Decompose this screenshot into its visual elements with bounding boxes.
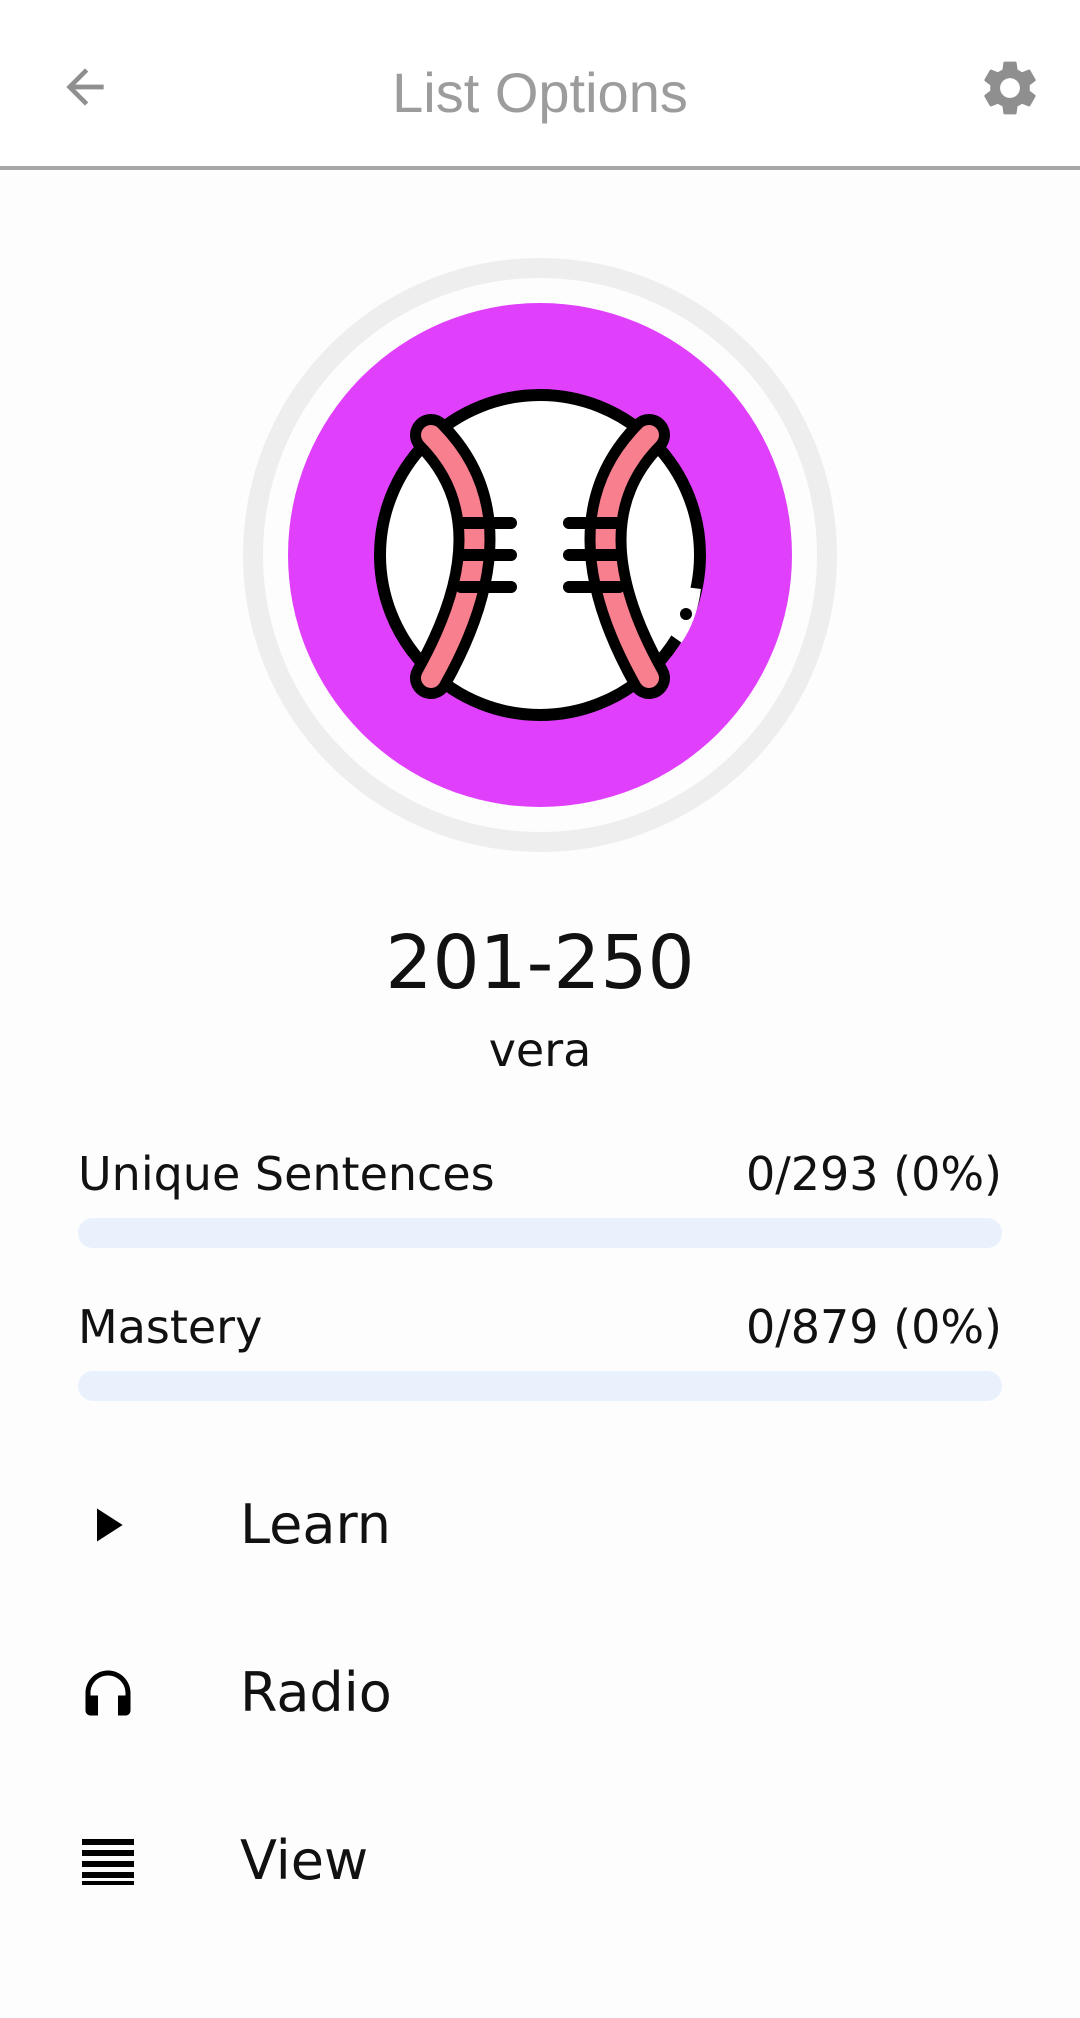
page-title: List Options — [392, 61, 688, 124]
unique-sentences-progress-bar — [78, 1218, 1002, 1248]
mastery-stat: Mastery 0/879 (0%) — [78, 1297, 1002, 1401]
radio-menu-item[interactable]: Radio — [0, 1618, 1080, 1768]
unique-sentences-value: 0/293 (0%) — [745, 1147, 1002, 1201]
mastery-label: Mastery — [78, 1300, 263, 1354]
baseball-icon — [243, 258, 837, 852]
unique-sentences-stat: Unique Sentences 0/293 (0%) — [78, 1144, 1002, 1248]
radio-label: Radio — [240, 1661, 392, 1724]
mastery-progress-bar — [78, 1371, 1002, 1401]
learn-label: Learn — [240, 1493, 391, 1556]
app-bar: List Options — [0, 0, 1080, 170]
list-options-screen: List Options 201-250 vera Unique Sentenc… — [0, 0, 1080, 2018]
view-menu-item[interactable]: View — [0, 1786, 1080, 1936]
unique-sentences-label: Unique Sentences — [78, 1147, 495, 1201]
play-icon — [78, 1495, 138, 1555]
view-label: View — [240, 1829, 369, 1892]
settings-button[interactable] — [968, 46, 1052, 130]
headphones-icon — [78, 1663, 138, 1723]
mastery-value: 0/879 (0%) — [745, 1300, 1002, 1354]
list-lines-icon — [78, 1831, 138, 1891]
list-language: vera — [488, 1023, 592, 1077]
learn-menu-item[interactable]: Learn — [0, 1450, 1080, 1600]
list-name: 201-250 — [385, 920, 695, 1006]
list-icon — [243, 258, 837, 852]
gear-icon — [984, 61, 1036, 115]
